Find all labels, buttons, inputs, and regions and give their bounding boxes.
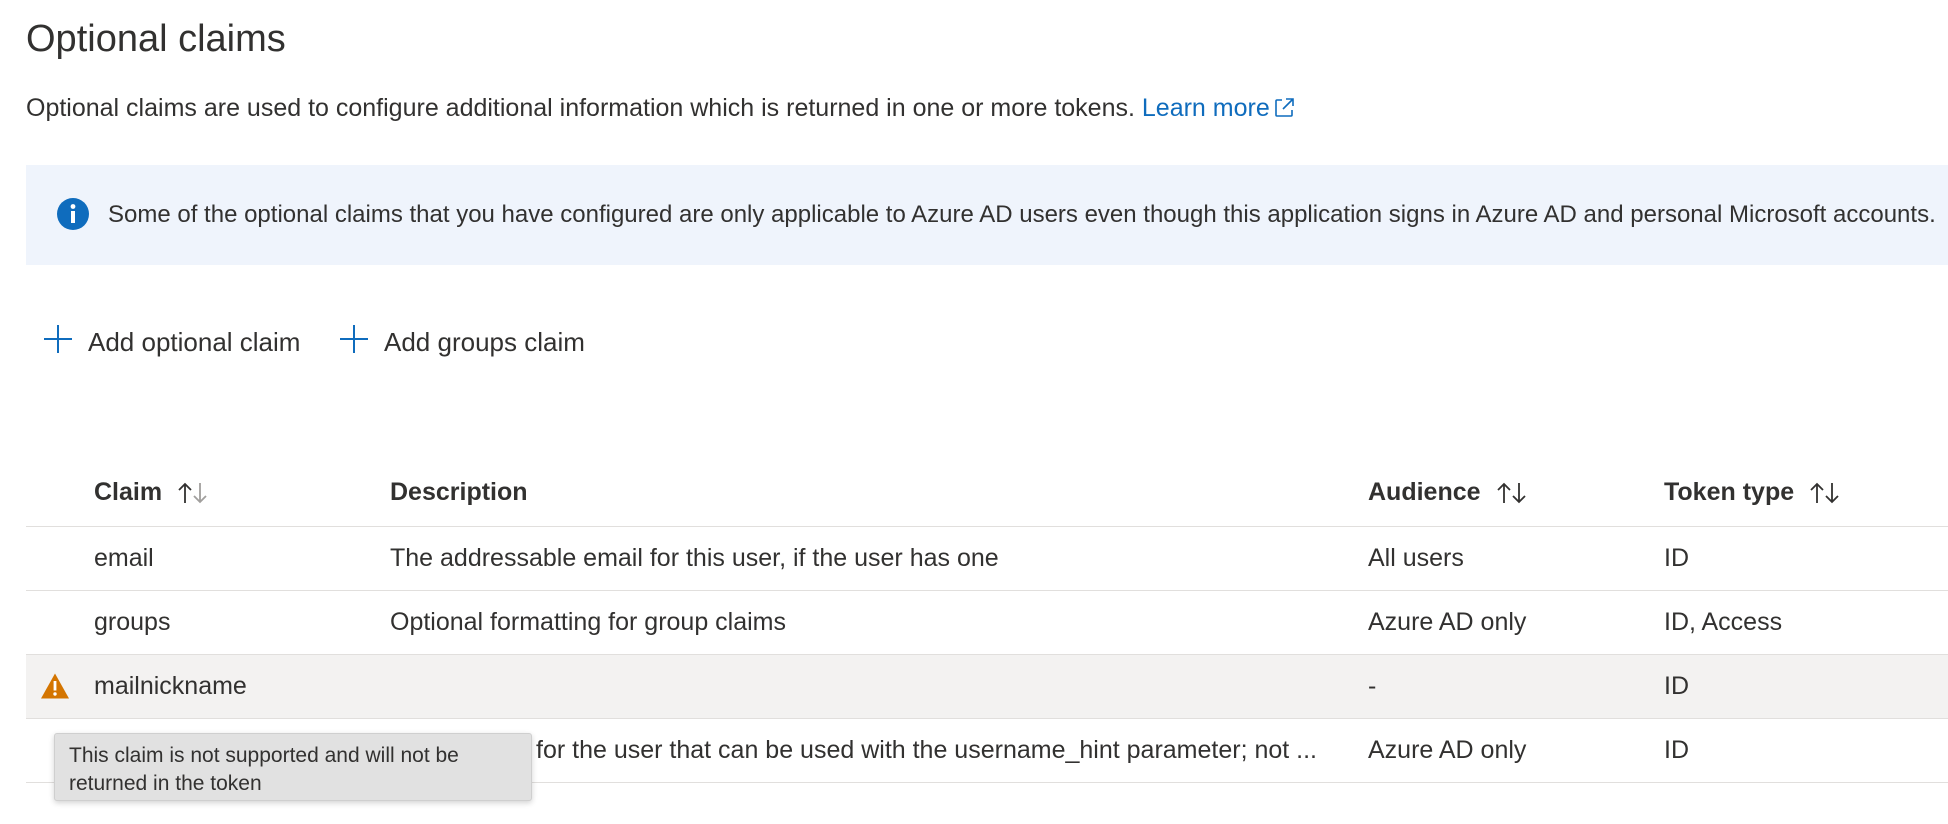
table-row[interactable]: groups Optional formatting for group cla… xyxy=(26,591,1948,655)
warning-icon[interactable] xyxy=(40,672,70,705)
sort-icon xyxy=(1808,481,1842,505)
audience-cell: - xyxy=(1368,672,1377,700)
intro-description: Optional claims are used to configure ad… xyxy=(26,94,1135,122)
sort-ascending-icon xyxy=(176,481,210,505)
plus-icon xyxy=(338,323,370,362)
description-cell: Optional formatting for group claims xyxy=(390,608,787,636)
column-token-type-label: Token type xyxy=(1664,478,1795,506)
info-banner-text: Some of the optional claims that you hav… xyxy=(108,201,1936,228)
token-type-cell: ID xyxy=(1664,736,1689,764)
token-type-cell: ID, Access xyxy=(1664,608,1783,636)
column-header-audience[interactable]: Audience xyxy=(1368,478,1529,507)
audience-cell: Azure AD only xyxy=(1368,736,1527,764)
add-optional-claim-label: Add optional claim xyxy=(88,327,301,357)
table-header: Claim Description Audience Token type xyxy=(26,460,1948,527)
learn-more-label: Learn more xyxy=(1141,94,1270,122)
add-groups-claim-button[interactable]: Add groups claim xyxy=(338,323,585,362)
add-optional-claim-button[interactable]: Add optional claim xyxy=(42,323,300,362)
column-header-claim[interactable]: Claim xyxy=(94,478,210,507)
audience-cell: Azure AD only xyxy=(1368,608,1527,636)
learn-more-link[interactable]: Learn more xyxy=(1142,94,1296,122)
table-row[interactable]: email The addressable email for this use… xyxy=(26,527,1948,591)
column-header-description: Description xyxy=(390,478,528,507)
add-groups-claim-label: Add groups claim xyxy=(384,327,585,357)
info-icon xyxy=(56,197,90,236)
column-description-label: Description xyxy=(390,478,528,506)
table-row[interactable]: mailnickname - ID xyxy=(26,655,1948,719)
plus-icon xyxy=(42,323,74,362)
info-banner: Some of the optional claims that you hav… xyxy=(26,165,1948,265)
column-claim-label: Claim xyxy=(94,478,163,506)
claim-cell: groups xyxy=(94,608,171,636)
token-type-cell: ID xyxy=(1664,672,1689,700)
claim-cell: mailnickname xyxy=(94,672,247,700)
description-cell: for the user that can be used with the u… xyxy=(536,736,1318,764)
audience-cell: All users xyxy=(1368,544,1464,572)
intro-text: Optional claims are used to configure ad… xyxy=(26,94,1296,127)
page-title: Optional claims xyxy=(26,18,286,60)
external-link-icon xyxy=(1272,96,1296,127)
warning-tooltip: This claim is not supported and will not… xyxy=(54,733,532,801)
description-cell: The addressable email for this user, if … xyxy=(390,544,999,572)
sort-icon xyxy=(1495,481,1529,505)
token-type-cell: ID xyxy=(1664,544,1689,572)
column-header-token-type[interactable]: Token type xyxy=(1664,478,1842,507)
column-audience-label: Audience xyxy=(1368,478,1481,506)
claim-cell: email xyxy=(94,544,154,572)
